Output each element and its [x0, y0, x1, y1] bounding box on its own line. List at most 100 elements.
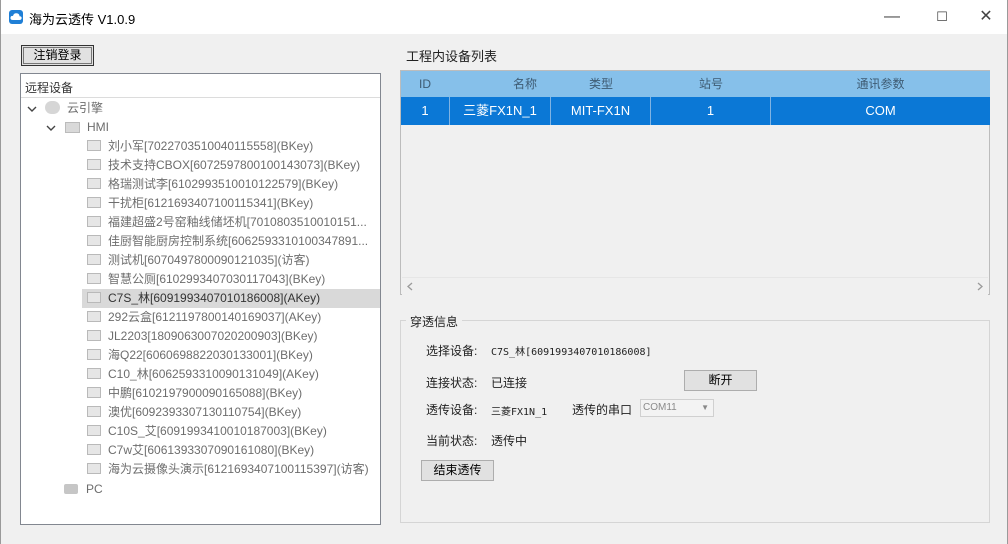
serial-port-select[interactable]: COM11 ▼ [640, 399, 714, 417]
passthrough-group-title: 穿透信息 [406, 313, 463, 330]
passthrough-port-label: 透传的串口 [572, 403, 633, 417]
select-device-value: C7S_林[6091993407010186008] [491, 347, 652, 358]
device-list-grid[interactable]: ID 名称 类型 站号 通讯参数 1 三菱FX1N_1 MIT-FX1N 1 C… [400, 70, 990, 295]
column-header-id[interactable]: ID [401, 71, 449, 97]
tree-device-item[interactable]: C7S_林[6091993407010186008](AKey) [82, 289, 380, 308]
device-icon [87, 425, 101, 437]
tree-device-label: JL2203[1809063007020200903](BKey) [108, 329, 318, 343]
device-icon [87, 311, 101, 323]
tree-node-label: 云引擎 [67, 101, 104, 115]
device-icon [87, 368, 101, 380]
table-row[interactable]: 1 三菱FX1N_1 MIT-FX1N 1 COM [401, 97, 990, 125]
tree-device-label: 干扰柜[6121693407100115341](BKey) [108, 196, 314, 210]
tree-device-item[interactable]: 测试机[6070497800090121035](访客) [82, 251, 380, 270]
maximize-button[interactable]: ☐ [919, 0, 965, 34]
cell-id: 1 [401, 97, 450, 125]
maximize-icon: ☐ [936, 9, 948, 24]
cell-type: MIT-FX1N [551, 97, 651, 125]
device-icon [87, 292, 101, 304]
window-title: 海为云透传 V1.0.9 [29, 12, 136, 27]
cloud-icon [45, 101, 60, 114]
logout-button[interactable]: 注销登录 [21, 45, 94, 66]
tree-device-label: 海Q22[6060698822030133001](BKey) [108, 348, 313, 362]
tree-device-item[interactable]: 干扰柜[6121693407100115341](BKey) [82, 194, 380, 213]
passthrough-device-value: 三菱FX1N_1 [491, 407, 548, 418]
tree-device-item[interactable]: C10_林[6062593310090131049](AKey) [82, 365, 380, 384]
tree-device-item[interactable]: C7w艾[6061393307090161080](BKey) [82, 441, 380, 460]
device-icon [87, 235, 101, 247]
current-status-value: 透传中 [491, 434, 528, 448]
device-icon [87, 254, 101, 266]
device-icon [87, 406, 101, 418]
app-window: 海为云透传 V1.0.9 — ☐ ✕ 注销登录 远程设备 云引擎 HMI 刘小军… [0, 0, 1008, 544]
column-header-station[interactable]: 站号 [651, 71, 771, 97]
scroll-right-icon[interactable] [976, 282, 984, 291]
tree-device-item[interactable]: 澳优[6092393307130110754](BKey) [82, 403, 380, 422]
device-icon [87, 178, 101, 190]
column-header-comm-params[interactable]: 通讯参数 [771, 71, 990, 97]
disconnect-button[interactable]: 断开 [684, 370, 757, 391]
device-icon [87, 140, 101, 152]
tree-header: 远程设备 [21, 74, 380, 98]
tree-node-label: PC [86, 482, 103, 496]
tree-node-label: HMI [87, 120, 109, 134]
chevron-down-icon[interactable] [27, 104, 37, 114]
tree-device-label: 中鹏[6102197900090165088](BKey) [108, 386, 303, 400]
chevron-down-icon[interactable] [46, 123, 56, 133]
cell-name: 三菱FX1N_1 [450, 97, 551, 125]
tree-device-label: C7S_林[6091993407010186008](AKey) [108, 291, 321, 305]
device-icon [87, 273, 101, 285]
device-icon [87, 197, 101, 209]
minimize-icon: — [884, 8, 900, 25]
remote-device-tree[interactable]: 远程设备 云引擎 HMI 刘小军[7022703510040115558](BK… [20, 73, 381, 525]
device-icon [87, 159, 101, 171]
hmi-icon [65, 122, 80, 133]
select-device-label: 选择设备: [426, 344, 478, 358]
device-list-title: 工程内设备列表 [406, 49, 498, 64]
tree-device-label: 澳优[6092393307130110754](BKey) [108, 405, 302, 419]
grid-header: ID 名称 类型 站号 通讯参数 [401, 71, 990, 97]
end-passthrough-button[interactable]: 结束透传 [421, 460, 494, 481]
device-icon [87, 349, 101, 361]
tree-device-label: 292云盒[6121197800140169037](AKey) [108, 310, 322, 324]
tree-device-item[interactable]: 福建超盛2号窑釉线储坯机[70108035100101​51... [82, 213, 380, 232]
tree-device-item[interactable]: 海Q22[6060698822030133001](BKey) [82, 346, 380, 365]
chevron-down-icon: ▼ [701, 403, 709, 412]
connection-status-label: 连接状态: [426, 376, 478, 390]
cell-comm-params: COM [865, 103, 896, 118]
tree-device-label: 刘小军[7022703510040115558](BKey) [108, 139, 314, 153]
tree-device-label: 海为云摄像头演示[6121693407100115397](访客) [108, 462, 369, 476]
tree-device-label: 智慧公厕[6102993407030117043](BKey) [108, 272, 326, 286]
tree-device-label: C10S_艾[6091993410010187003](BKey) [108, 424, 327, 438]
tree-device-label: 格瑞测试李[6102993510010122579](BKey) [108, 177, 339, 191]
device-icon [87, 216, 101, 228]
tree-device-item[interactable]: 海为云摄像头演示[6121693407100115397](访客) [82, 460, 380, 479]
tree-device-item[interactable]: 技术支持CBOX[6072597800100143073](BKey) [82, 156, 380, 175]
passthrough-device-label: 透传设备: [426, 403, 478, 417]
tree-device-item[interactable]: 刘小军[7022703510040115558](BKey) [82, 137, 380, 156]
tree-device-item[interactable]: 格瑞测试李[6102993510010122579](BKey) [82, 175, 380, 194]
cell-station: 1 [651, 97, 771, 125]
device-icon [87, 330, 101, 342]
tree-device-item[interactable]: C10S_艾[6091993410010187003](BKey) [82, 422, 380, 441]
tree-device-item[interactable]: JL2203[1809063007020200903](BKey) [82, 327, 380, 346]
tree-device-item[interactable]: 智慧公厕[6102993407030117043](BKey) [82, 270, 380, 289]
tree-device-item[interactable]: 中鹏[6102197900090165088](BKey) [82, 384, 380, 403]
device-icon [87, 444, 101, 456]
title-bar: 海为云透传 V1.0.9 — ☐ ✕ [1, 0, 1007, 34]
close-icon: ✕ [979, 8, 993, 25]
close-button[interactable]: ✕ [963, 0, 1008, 34]
horizontal-scrollbar[interactable] [402, 277, 988, 295]
tree-device-label: C7w艾[6061393307090161080](BKey) [108, 443, 315, 457]
column-header-type[interactable]: 类型 [551, 71, 651, 97]
tree-device-item[interactable]: 佳厨智能厨房控制系统[60625933101003478​91... [82, 232, 380, 251]
tree-device-label: 测试机[6070497800090121035](访客) [108, 253, 310, 267]
tree-device-label: C10_林[6062593310090131049](AKey) [108, 367, 319, 381]
passthrough-group [400, 320, 990, 523]
pc-icon [64, 484, 78, 494]
minimize-button[interactable]: — [869, 0, 915, 34]
tree-device-label: 佳厨智能厨房控制系统[60625933101003478​91... [108, 234, 369, 248]
tree-device-item[interactable]: 292云盒[6121197800140169037](AKey) [82, 308, 380, 327]
connection-status-value: 已连接 [491, 376, 528, 390]
scroll-left-icon[interactable] [406, 282, 414, 291]
